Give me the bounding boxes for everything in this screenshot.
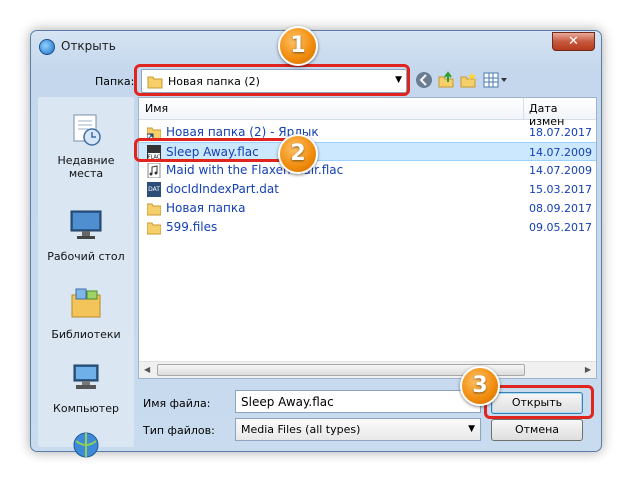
step-badge-1: 1 — [278, 26, 318, 66]
chevron-down-icon: ▼ — [468, 424, 475, 434]
file-name: Новая папка — [166, 201, 246, 215]
highlight-folder-combo — [134, 64, 410, 96]
file-row[interactable]: Новая папка 08.09.2017 5 — [139, 199, 596, 218]
file-row[interactable]: 599.files 09.05.2017 6 — [139, 218, 596, 237]
file-row[interactable]: Maid with the Flaxen Hair.flac 14.07.200… — [139, 161, 596, 180]
file-name: Maid with the Flaxen Hair.flac — [166, 163, 344, 177]
place-network[interactable] — [38, 431, 134, 474]
filename-input[interactable]: Sleep Away.flac — [235, 390, 481, 413]
file-name: 599.files — [166, 220, 218, 234]
computer-icon — [73, 364, 99, 389]
recent-places-icon — [73, 114, 101, 146]
app-icon — [39, 39, 55, 55]
scroll-left-icon[interactable]: ◀ — [144, 365, 150, 374]
place-desktop[interactable]: Рабочий стол — [38, 207, 134, 263]
libraries-icon — [71, 288, 101, 318]
place-computer[interactable]: Компьютер — [38, 359, 134, 415]
file-date: 08.09.2017 5 — [529, 202, 597, 215]
audio-file-icon — [147, 163, 161, 178]
place-libraries-label: Библиотеки — [51, 328, 121, 341]
filename-value: Sleep Away.flac — [241, 395, 334, 409]
file-date: 14.07.2009 7 — [529, 164, 597, 177]
file-name: docIdIndexPart.dat — [166, 182, 279, 196]
new-folder-icon[interactable] — [459, 71, 477, 89]
place-computer-label: Компьютер — [53, 402, 119, 415]
file-date: 09.05.2017 6 — [529, 221, 597, 234]
place-recent-label2: места — [68, 167, 104, 180]
filetype-label: Тип файлов: — [143, 424, 215, 437]
place-libraries[interactable]: Библиотеки — [38, 285, 134, 341]
filename-label: Имя файла: — [143, 397, 211, 410]
back-icon[interactable] — [415, 71, 433, 89]
network-icon — [73, 432, 99, 458]
places-bar: Недавние места Рабочий стол Библиотеки К… — [38, 97, 134, 458]
list-header: Имя Дата измен — [139, 98, 596, 128]
step-badge-3: 3 — [460, 366, 500, 406]
highlight-open-button — [484, 385, 594, 419]
file-row[interactable]: DAT docIdIndexPart.dat 15.03.2017 2 — [139, 180, 596, 199]
folder-icon — [147, 222, 161, 235]
highlight-selected-file — [134, 138, 302, 162]
column-separator[interactable] — [523, 98, 524, 120]
view-menu-icon[interactable] — [483, 71, 509, 89]
lookin-label: Папка: — [95, 75, 135, 88]
folder-icon — [147, 203, 161, 216]
place-recent-label1: Недавние — [57, 154, 115, 167]
column-name[interactable]: Имя — [145, 102, 168, 115]
file-date: 15.03.2017 2 — [529, 183, 597, 196]
filetype-dropdown[interactable]: Media Files (all types) ▼ — [235, 418, 481, 441]
scroll-right-icon[interactable]: ▶ — [585, 365, 591, 374]
cancel-button[interactable]: Отмена — [491, 419, 583, 441]
window-title: Открыть — [61, 39, 116, 53]
horizontal-scrollbar[interactable]: ◀ ▶ — [139, 361, 596, 378]
close-button[interactable]: ✕ — [552, 32, 595, 51]
file-date: 14.07.2009 7 — [529, 146, 597, 159]
dat-file-icon: DAT — [147, 182, 161, 197]
desktop-icon — [70, 210, 102, 239]
step-badge-2: 2 — [278, 134, 318, 174]
filetype-value: Media Files (all types) — [241, 423, 361, 436]
file-date: 18.07.2017 4 — [529, 126, 597, 139]
up-folder-icon[interactable] — [437, 71, 455, 89]
svg-text:DAT: DAT — [148, 186, 160, 193]
place-desktop-label: Рабочий стол — [47, 250, 125, 263]
place-recent[interactable]: Недавние места — [38, 111, 134, 180]
